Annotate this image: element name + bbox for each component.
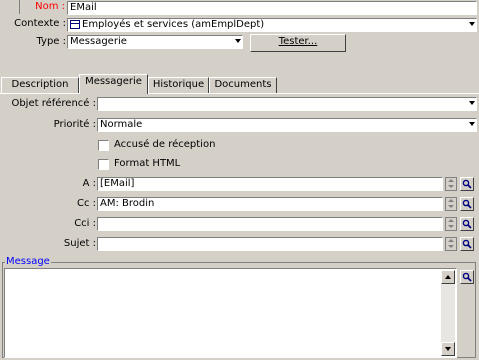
receipt-label: Accusé de réception xyxy=(114,139,216,150)
name-field[interactable]: EMail xyxy=(67,1,477,15)
bcc-spin-icon[interactable] xyxy=(445,217,457,231)
dropdown-arrow-icon xyxy=(469,22,475,26)
context-select[interactable]: Employés et services (amEmplDept) xyxy=(67,18,477,32)
dropdown-arrow-icon xyxy=(469,101,475,105)
name-label: Nom : xyxy=(35,1,65,12)
dropdown-arrow-icon xyxy=(469,122,475,126)
message-magnifier-icon[interactable] xyxy=(460,270,474,284)
to-spin-icon[interactable] xyxy=(445,177,457,191)
html-format-label: Format HTML xyxy=(114,158,181,169)
test-button[interactable]: Tester... xyxy=(250,34,346,52)
ref-object-label: Objet référencé : xyxy=(11,98,96,109)
cc-spin-icon[interactable] xyxy=(445,197,457,211)
subject-spin-icon[interactable] xyxy=(445,237,457,251)
cc-magnifier-icon[interactable] xyxy=(460,197,474,211)
to-field[interactable]: [EMail] xyxy=(97,177,443,191)
to-magnifier-icon[interactable] xyxy=(460,177,474,191)
message-textarea[interactable] xyxy=(4,268,457,358)
bcc-label: Cci : xyxy=(74,218,96,229)
context-label: Contexte : xyxy=(14,18,66,29)
bcc-field[interactable] xyxy=(97,217,443,231)
receipt-checkbox[interactable] xyxy=(98,140,109,151)
priority-select[interactable]: Normale xyxy=(97,118,477,132)
tab-historique[interactable]: Historique xyxy=(148,77,209,93)
type-label: Type : xyxy=(36,36,66,47)
message-label: Message xyxy=(5,255,51,269)
type-select[interactable]: Messagerie xyxy=(67,35,243,49)
bcc-magnifier-icon[interactable] xyxy=(460,217,474,231)
priority-label: Priorité : xyxy=(53,119,96,130)
cc-label: Cc : xyxy=(76,198,96,209)
priority-value: Normale xyxy=(100,119,143,130)
to-label: A : xyxy=(82,178,96,189)
subject-field[interactable] xyxy=(97,237,443,251)
tab-documents[interactable]: Documents xyxy=(209,77,277,93)
message-scrollbar[interactable] xyxy=(441,270,455,356)
cc-field[interactable]: AM: Brodin xyxy=(97,197,443,211)
subject-magnifier-icon[interactable] xyxy=(460,237,474,251)
html-format-checkbox[interactable] xyxy=(98,159,109,170)
name-indicator xyxy=(1,0,20,14)
tab-description[interactable]: Description xyxy=(1,77,79,93)
scroll-down-icon[interactable] xyxy=(441,342,455,356)
test-button-label: Tester... xyxy=(278,36,318,47)
dropdown-arrow-icon xyxy=(235,39,241,43)
tab-messagerie[interactable]: Messagerie xyxy=(79,74,148,94)
ref-object-select[interactable] xyxy=(97,97,477,111)
context-value: Employés et services (amEmplDept) xyxy=(82,19,265,30)
subject-label: Sujet : xyxy=(63,238,96,249)
scroll-up-icon[interactable] xyxy=(441,270,455,284)
table-icon xyxy=(70,20,80,29)
type-value: Messagerie xyxy=(70,36,127,47)
